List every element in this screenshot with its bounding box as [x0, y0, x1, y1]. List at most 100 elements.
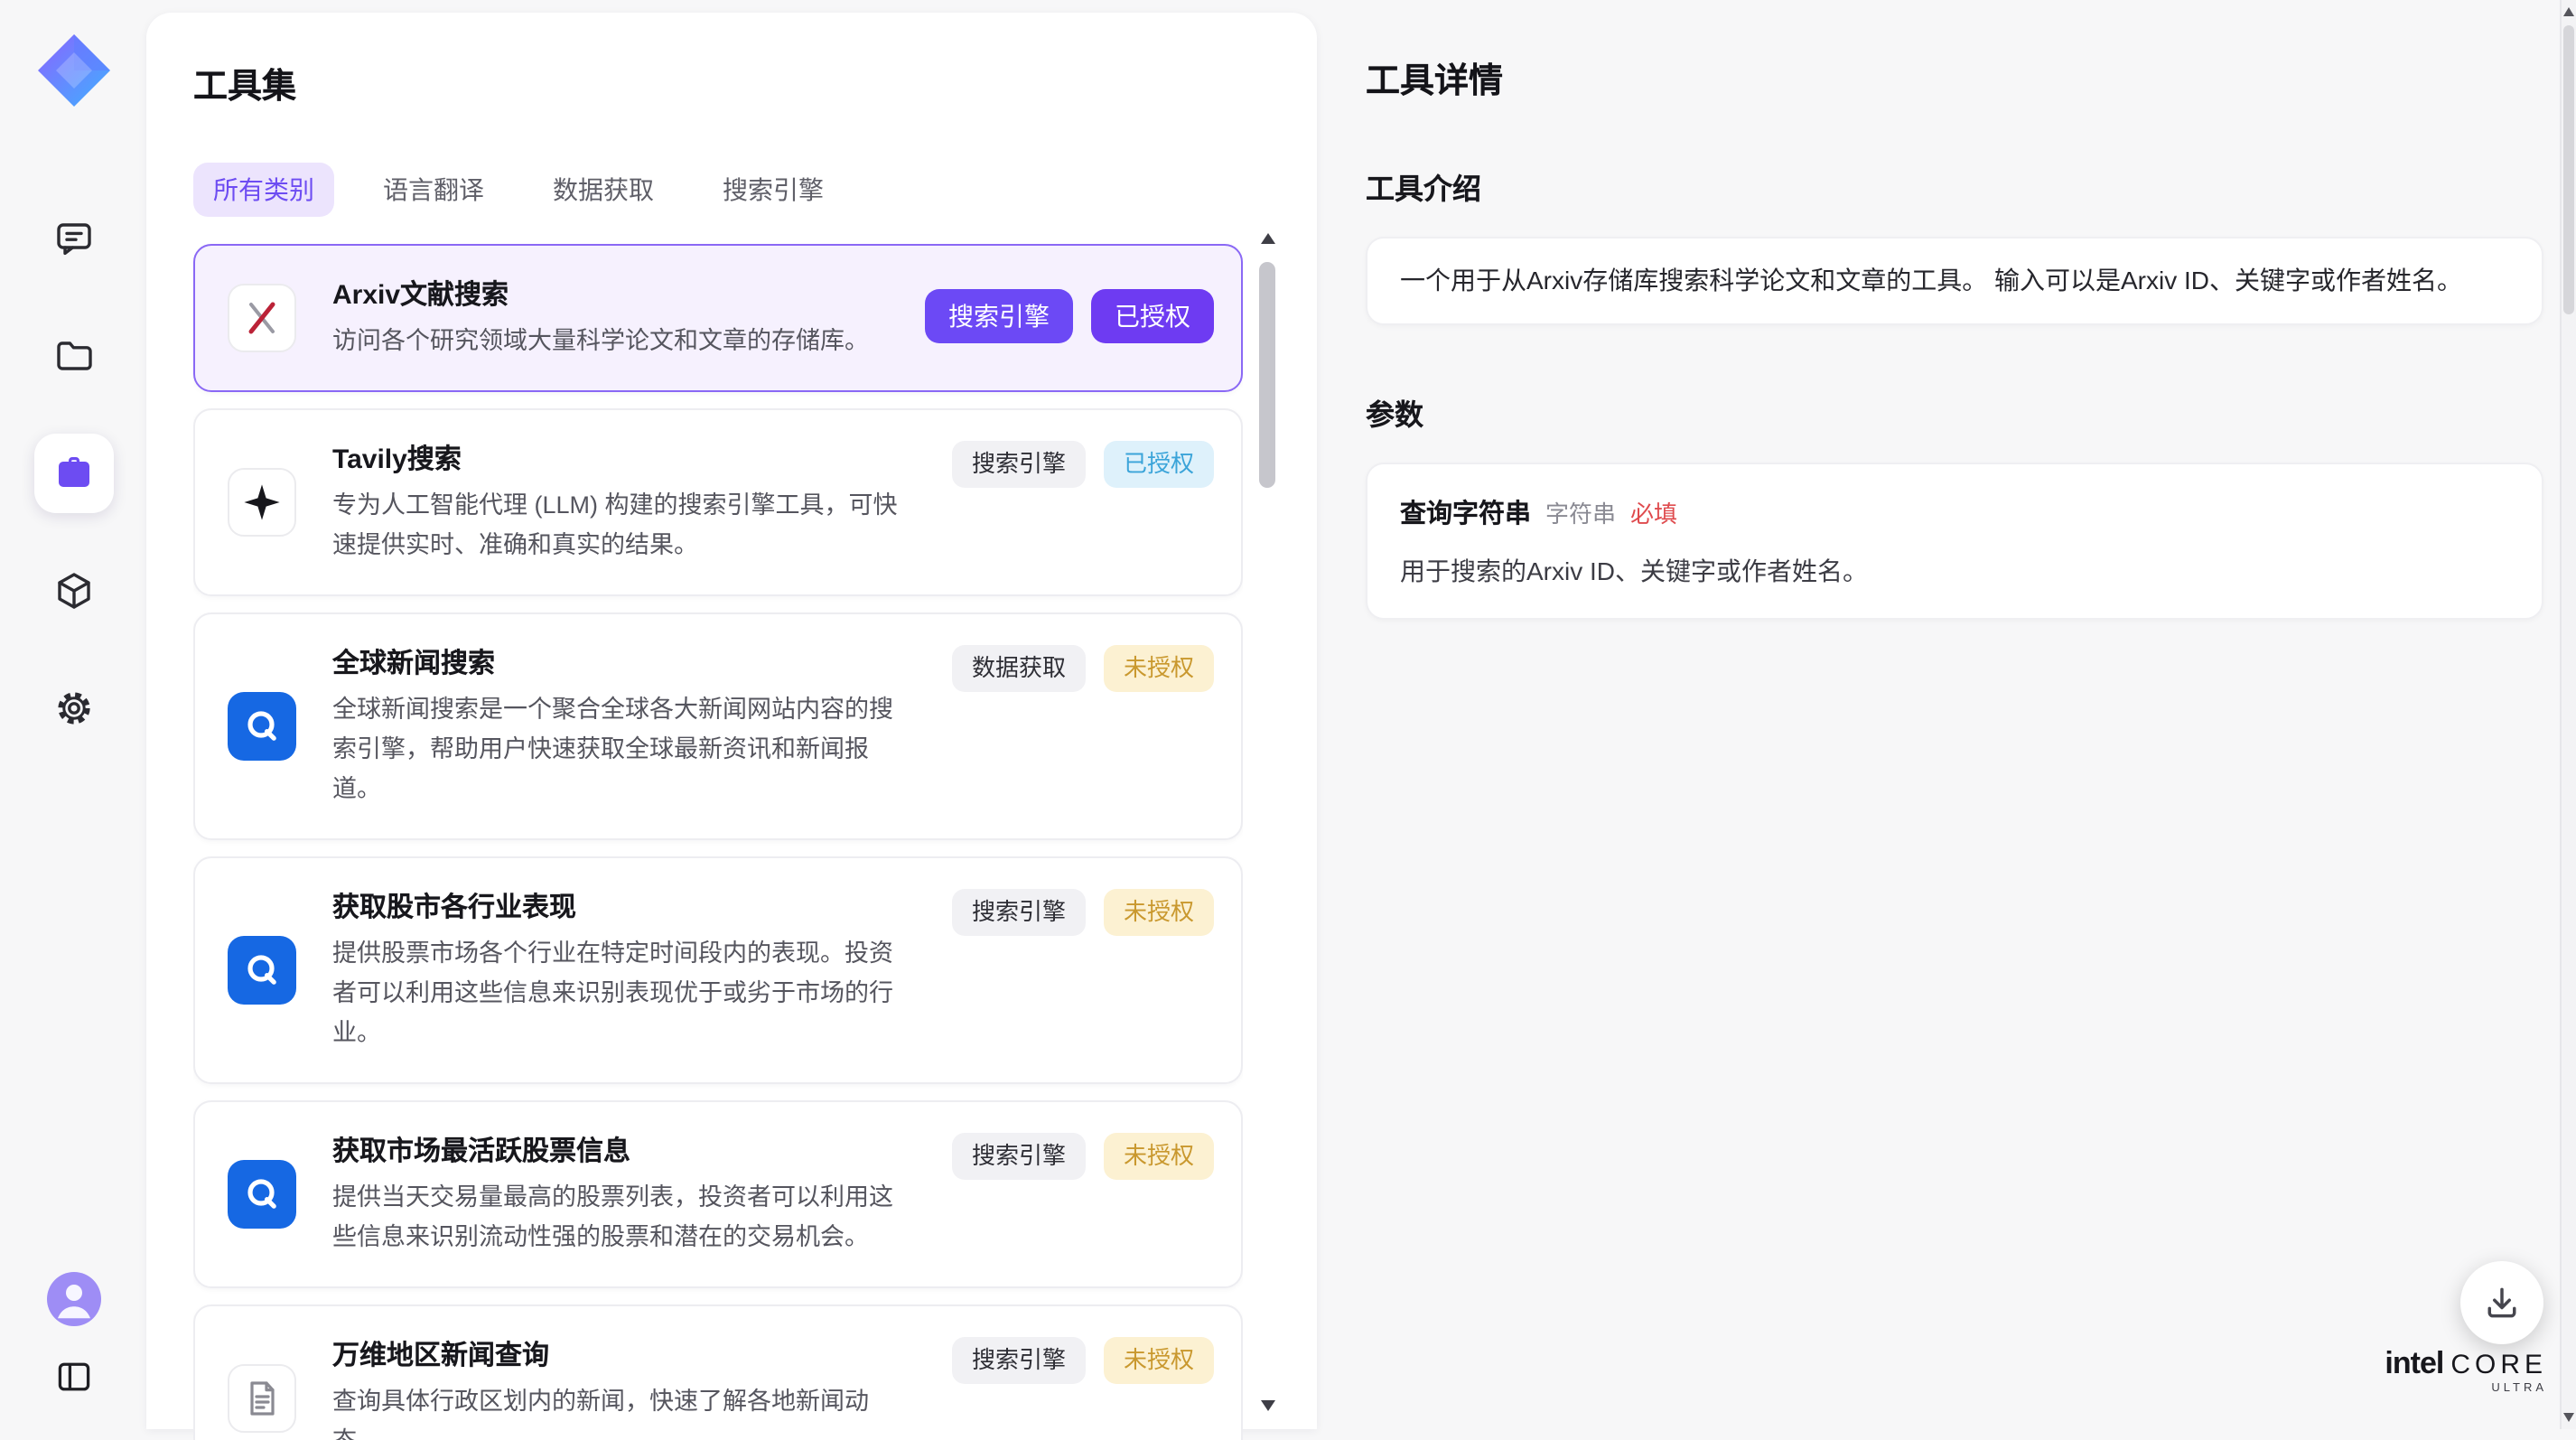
category-badge: 搜索引擎	[952, 441, 1086, 488]
list-scrollbar[interactable]	[1259, 233, 1277, 1411]
tool-name: 全球新闻搜索	[332, 643, 907, 681]
tool-card-arxiv[interactable]: Arxiv文献搜索 访问各个研究领域大量科学论文和文章的存储库。 搜索引擎 已授…	[193, 244, 1243, 392]
sidebar-item-files[interactable]	[33, 316, 113, 396]
sidebar-item-chat[interactable]	[33, 199, 113, 278]
auth-badge: 未授权	[1104, 889, 1214, 936]
intel-core-logo: intelCORE ULTRA	[2385, 1348, 2547, 1396]
core-wordmark: CORE	[2450, 1350, 2547, 1380]
scroll-up-icon[interactable]	[1261, 233, 1275, 244]
scrollbar-thumb[interactable]	[2563, 25, 2574, 314]
category-badge[interactable]: 搜索引擎	[925, 289, 1073, 343]
tab-search-engine[interactable]: 搜索引擎	[703, 163, 844, 217]
tool-name: Arxiv文献搜索	[332, 275, 869, 313]
tab-all-categories[interactable]: 所有类别	[193, 163, 334, 217]
category-badge: 搜索引擎	[952, 889, 1086, 936]
tool-tags: 搜索引擎 未授权	[952, 889, 1214, 936]
arxiv-icon	[228, 284, 296, 352]
tool-card-sector-performance[interactable]: 获取股市各行业表现 提供股票市场各个行业在特定时间段内的表现。投资者可以利用这些…	[193, 856, 1243, 1084]
tool-tags: 数据获取 未授权	[952, 645, 1214, 692]
folder-icon	[51, 334, 95, 378]
tool-tags: 搜索引擎 未授权	[952, 1133, 1214, 1180]
param-type: 字符串	[1545, 495, 1616, 529]
tool-text: Tavily搜索 专为人工智能代理 (LLM) 构建的搜索引擎工具，可快速提供实…	[332, 439, 907, 566]
intro-heading: 工具介绍	[1366, 164, 2543, 208]
intel-wordmark: intel	[2385, 1346, 2443, 1380]
scroll-down-icon[interactable]	[2563, 1413, 2574, 1422]
tool-description: 提供股票市场各个行业在特定时间段内的表现。投资者可以利用这些信息来识别表现优于或…	[332, 934, 907, 1053]
tool-description: 提供当天交易量最高的股票列表，投资者可以利用这些信息来识别流动性强的股票和潜在的…	[332, 1178, 907, 1258]
tool-card-tavily[interactable]: Tavily搜索 专为人工智能代理 (LLM) 构建的搜索引擎工具，可快速提供实…	[193, 408, 1243, 596]
sidebar-nav	[33, 199, 113, 748]
tool-text: 获取股市各行业表现 提供股票市场各个行业在特定时间段内的表现。投资者可以利用这些…	[332, 887, 907, 1053]
auth-badge: 已授权	[1104, 441, 1214, 488]
auth-badge: 未授权	[1104, 645, 1214, 692]
scroll-up-icon[interactable]	[2563, 7, 2574, 16]
category-tabs: 所有类别 语言翻译 数据获取 搜索引擎	[193, 163, 1317, 217]
param-name: 查询字符串	[1400, 493, 1531, 531]
sidebar	[0, 0, 146, 1429]
tool-description: 专为人工智能代理 (LLM) 构建的搜索引擎工具，可快速提供实时、准确和真实的结…	[332, 486, 907, 566]
tavily-star-icon	[228, 468, 296, 537]
sidebar-item-tools[interactable]	[33, 434, 113, 513]
params-heading: 参数	[1366, 390, 2543, 434]
toolset-title: 工具集	[193, 60, 1317, 108]
person-icon	[46, 1272, 100, 1326]
tool-description: 全球新闻搜索是一个聚合全球各大新闻网站内容的搜索引擎，帮助用户快速获取全球最新资…	[332, 690, 907, 809]
tool-details-panel: 工具详情 工具介绍 一个用于从Arxiv存储库搜索科学论文和文章的工具。 输入可…	[1366, 0, 2543, 685]
page-scrollbar[interactable]	[2560, 0, 2576, 1429]
tool-name: 万维地区新闻查询	[332, 1335, 907, 1373]
tool-name: Tavily搜索	[332, 439, 907, 477]
panel-icon	[53, 1357, 93, 1397]
gear-icon	[51, 687, 95, 730]
param-header: 查询字符串 字符串 必填	[1400, 493, 2509, 531]
briefcase-icon	[51, 452, 95, 495]
tab-translation[interactable]: 语言翻译	[363, 163, 504, 217]
tool-text: Arxiv文献搜索 访问各个研究领域大量科学论文和文章的存储库。	[332, 275, 869, 361]
tool-tags: 搜索引擎 已授权	[952, 441, 1214, 488]
auth-badge: 未授权	[1104, 1133, 1214, 1180]
q-news-icon	[228, 936, 296, 1005]
tool-name: 获取市场最活跃股票信息	[332, 1131, 907, 1169]
param-required-badge: 必填	[1630, 495, 1677, 529]
auth-badge: 未授权	[1104, 1337, 1214, 1384]
category-badge: 数据获取	[952, 645, 1086, 692]
app-logo	[32, 29, 115, 112]
q-news-icon	[228, 1160, 296, 1229]
tool-card-global-news[interactable]: 全球新闻搜索 全球新闻搜索是一个聚合全球各大新闻网站内容的搜索引擎，帮助用户快速…	[193, 612, 1243, 840]
tool-text: 万维地区新闻查询 查询具体行政区划内的新闻，快速了解各地新闻动态。	[332, 1335, 907, 1440]
intro-text: 一个用于从Arxiv存储库搜索科学论文和文章的工具。 输入可以是Arxiv ID…	[1400, 262, 2509, 300]
category-badge: 搜索引擎	[952, 1337, 1086, 1384]
tool-name: 获取股市各行业表现	[332, 887, 907, 925]
sidebar-item-settings[interactable]	[33, 669, 113, 748]
tool-text: 全球新闻搜索 全球新闻搜索是一个聚合全球各大新闻网站内容的搜索引擎，帮助用户快速…	[332, 643, 907, 809]
document-icon	[228, 1364, 296, 1433]
tool-list: Arxiv文献搜索 访问各个研究领域大量科学论文和文章的存储库。 搜索引擎 已授…	[193, 244, 1243, 1440]
sidebar-bottom	[46, 1272, 100, 1404]
scroll-down-icon[interactable]	[1261, 1400, 1275, 1411]
q-news-icon	[228, 692, 296, 761]
collapse-sidebar-button[interactable]	[46, 1350, 100, 1404]
sidebar-item-models[interactable]	[33, 551, 113, 631]
details-title: 工具详情	[1366, 54, 2543, 103]
param-description: 用于搜索的Arxiv ID、关键字或作者姓名。	[1400, 553, 2509, 589]
category-badge: 搜索引擎	[952, 1133, 1086, 1180]
ultra-wordmark: ULTRA	[2385, 1384, 2547, 1396]
tool-description: 查询具体行政区划内的新闻，快速了解各地新闻动态。	[332, 1382, 907, 1440]
app-window: 工具集 所有类别 语言翻译 数据获取 搜索引擎 Arxiv文献搜索 访问各个研究…	[0, 0, 2576, 1429]
scrollbar-thumb[interactable]	[1259, 262, 1275, 488]
user-avatar[interactable]	[46, 1272, 100, 1326]
chat-icon	[51, 217, 95, 260]
download-button[interactable]	[2460, 1261, 2543, 1344]
cube-icon	[51, 569, 95, 612]
tool-description: 访问各个研究领域大量科学论文和文章的存储库。	[332, 322, 869, 361]
tab-data-fetch[interactable]: 数据获取	[533, 163, 674, 217]
tool-card-active-stocks[interactable]: 获取市场最活跃股票信息 提供当天交易量最高的股票列表，投资者可以利用这些信息来识…	[193, 1100, 1243, 1288]
param-card: 查询字符串 字符串 必填 用于搜索的Arxiv ID、关键字或作者姓名。	[1366, 463, 2543, 620]
auth-badge[interactable]: 已授权	[1091, 289, 1214, 343]
toolset-panel: 工具集 所有类别 语言翻译 数据获取 搜索引擎 Arxiv文献搜索 访问各个研究…	[146, 13, 1317, 1429]
tool-text: 获取市场最活跃股票信息 提供当天交易量最高的股票列表，投资者可以利用这些信息来识…	[332, 1131, 907, 1258]
tool-tags: 搜索引擎 未授权	[952, 1337, 1214, 1384]
tool-card-regional-news[interactable]: 万维地区新闻查询 查询具体行政区划内的新闻，快速了解各地新闻动态。 搜索引擎 未…	[193, 1304, 1243, 1440]
tool-tags: 搜索引擎 已授权	[925, 289, 1214, 343]
download-icon	[2482, 1283, 2522, 1323]
